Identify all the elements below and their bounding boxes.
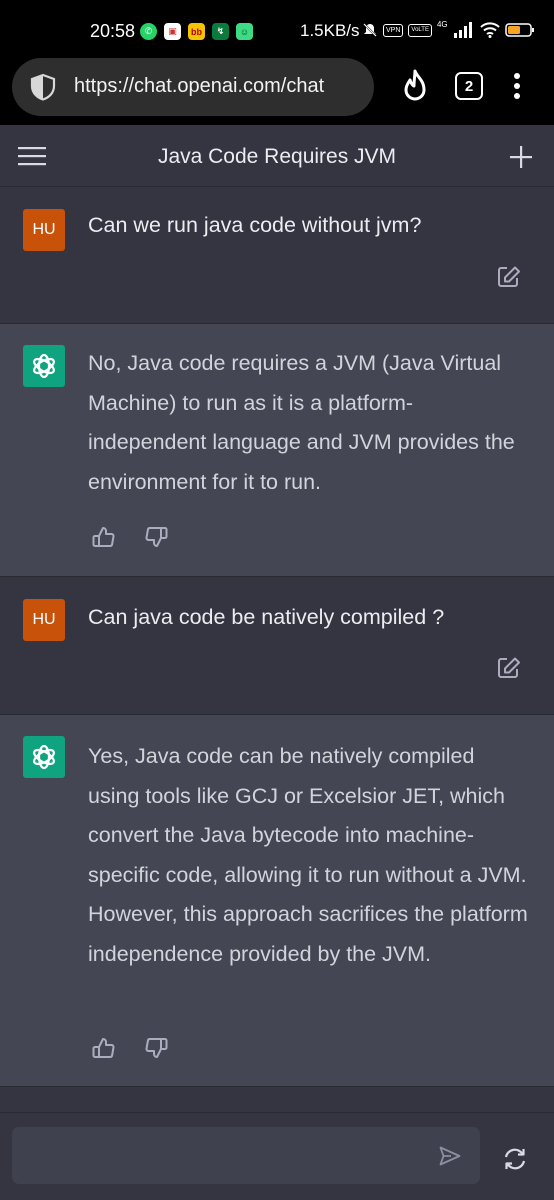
address-bar[interactable]: https://chat.openai.com/chat xyxy=(12,58,374,116)
user-avatar: HU xyxy=(23,209,65,251)
fire-icon[interactable] xyxy=(398,69,432,107)
more-vert-icon[interactable] xyxy=(512,72,522,100)
chat-header: Java Code Requires JVM xyxy=(0,125,554,187)
regenerate-icon[interactable] xyxy=(502,1146,528,1172)
vpn-badge: VPN xyxy=(383,23,404,37)
openai-logo-icon xyxy=(33,744,55,770)
status-bar: 20:58 ✆ ▣ bb ↯ ☺ 1.5KB/s VPN VoLTE 4G xyxy=(0,0,554,50)
android-icon: ☺ xyxy=(236,23,253,40)
chatgpt-avatar xyxy=(23,736,65,778)
chat-title: Java Code Requires JVM xyxy=(157,145,397,168)
notification-icons: ✆ ▣ bb ↯ ☺ xyxy=(140,23,253,40)
network-type: 4G xyxy=(436,19,448,29)
thumbs-down-icon[interactable] xyxy=(144,1037,168,1059)
user-message: HU Can we run java code without jvm? xyxy=(0,187,554,324)
thumbs-up-icon[interactable] xyxy=(92,526,116,548)
message-input[interactable] xyxy=(12,1127,480,1184)
assistant-message: Yes, Java code can be natively compiled … xyxy=(0,715,554,1087)
assistant-message: No, Java code requires a JVM (Java Virtu… xyxy=(0,324,554,577)
new-chat-icon[interactable] xyxy=(509,145,533,169)
send-icon[interactable] xyxy=(439,1146,461,1166)
user-message: HU Can java code be natively compiled ? xyxy=(0,577,554,715)
app-notification-icon: ▣ xyxy=(164,23,181,40)
battery-icon xyxy=(504,23,534,37)
signal-icon xyxy=(453,22,472,38)
message-text: Yes, Java code can be natively compiled … xyxy=(88,744,528,966)
edit-icon[interactable] xyxy=(497,266,521,288)
status-indicators: VPN VoLTE 4G xyxy=(362,19,535,38)
app-notification-icon: ↯ xyxy=(212,23,229,40)
feedback-buttons xyxy=(92,526,168,548)
message-text: Can java code be natively compiled ? xyxy=(88,605,445,629)
chatgpt-avatar xyxy=(23,345,65,387)
shield-icon[interactable] xyxy=(28,72,58,102)
feedback-buttons xyxy=(92,1037,168,1059)
volte-badge: VoLTE xyxy=(408,23,432,37)
url-text[interactable]: https://chat.openai.com/chat xyxy=(74,75,324,98)
whatsapp-icon: ✆ xyxy=(140,23,157,40)
bb-app-icon: bb xyxy=(188,23,205,40)
browser-toolbar: https://chat.openai.com/chat 2 xyxy=(0,50,554,125)
tab-switcher-button[interactable]: 2 xyxy=(455,72,483,100)
message-text: Can we run java code without jvm? xyxy=(88,213,422,237)
message-text: No, Java code requires a JVM (Java Virtu… xyxy=(88,351,515,494)
edit-icon[interactable] xyxy=(497,657,521,679)
mute-icon xyxy=(363,23,377,37)
wifi-icon xyxy=(479,22,500,38)
openai-logo-icon xyxy=(33,353,55,379)
thumbs-down-icon[interactable] xyxy=(144,526,168,548)
user-avatar: HU xyxy=(23,599,65,641)
tab-count: 2 xyxy=(464,77,474,95)
thumbs-up-icon[interactable] xyxy=(92,1037,116,1059)
network-speed: 1.5KB/s xyxy=(300,21,360,40)
status-time: 20:58 xyxy=(90,21,136,41)
